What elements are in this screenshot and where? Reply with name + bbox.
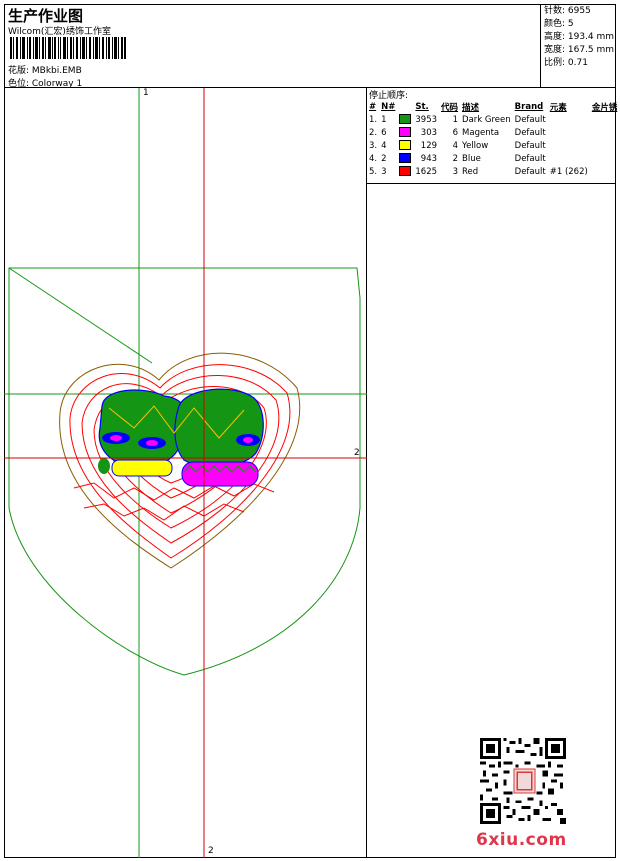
element (548, 139, 590, 152)
color-count: 颜色: 5 (544, 19, 574, 29)
yellow-mouth (111, 459, 173, 477)
row-index: 2. (369, 127, 378, 138)
color-swatch (397, 113, 413, 126)
color-description: Red (462, 166, 479, 177)
stitch-count: 3953 (415, 114, 438, 125)
element (548, 152, 590, 165)
element (548, 126, 590, 139)
col-header: N# (381, 101, 396, 112)
color-description: Blue (462, 153, 481, 164)
embroidery-preview: 1 2 2 (4, 88, 367, 858)
sequin (590, 113, 620, 126)
barcode-image (10, 37, 126, 59)
brand: Default (514, 153, 546, 164)
design-file: 花版: MBkbi.EMB (8, 66, 82, 76)
col-header (397, 100, 413, 113)
watermark-text: 6xiu.com (476, 830, 567, 850)
sequin (590, 152, 620, 165)
guide-diagonal (8, 267, 153, 364)
stitch-count: 针数: 6955 (544, 6, 591, 16)
axis-label-right: 2 (354, 448, 360, 458)
table-row: 1. 1 3953 1 Dark Green Default (367, 113, 619, 126)
design-scale: 比例: 0.71 (544, 58, 588, 68)
col-header: 代码 (441, 102, 459, 113)
sequin (590, 139, 620, 152)
color-code: 3 (452, 166, 459, 177)
green-frog-right (174, 388, 264, 468)
row-index: 1. (369, 114, 378, 125)
stitch-count: 1625 (415, 166, 438, 177)
needle-number: 1 (381, 114, 387, 125)
color-swatch (397, 139, 413, 152)
needle-number: 3 (381, 166, 387, 177)
brand: Default (514, 127, 546, 138)
element (548, 113, 590, 126)
zigzag-fill-2 (83, 503, 245, 521)
axis-label-top: 1 (143, 88, 149, 98)
sequin (590, 165, 620, 178)
design-width: 宽度: 167.5 mm (544, 45, 615, 55)
col-header: 描述 (462, 102, 480, 113)
stop-sequence-table: # N# St. 代码 描述 Brand 元素 金片锈 1. 1 3953 1 … (367, 100, 619, 178)
color-description: Dark Green (462, 114, 511, 125)
embroidery-drawing (4, 88, 367, 858)
qr-code-image (480, 738, 566, 824)
color-code: 1 (452, 114, 459, 125)
color-description: Magenta (462, 127, 500, 138)
table-row: 5. 3 1625 3 Red Default #1 (262) (367, 165, 619, 178)
table-row: 2. 6 303 6 Magenta Default (367, 126, 619, 139)
col-header: 金片锈 (591, 102, 618, 113)
col-header: Brand (514, 101, 544, 112)
color-code: 2 (452, 153, 459, 164)
stats-panel: 针数: 6955 颜色: 5 高度: 193.4 mm 宽度: 167.5 mm… (540, 4, 616, 88)
needle-number: 2 (381, 153, 387, 164)
needle-number: 4 (381, 140, 387, 151)
table-row: 4. 2 943 2 Blue Default (367, 152, 619, 165)
color-swatch (397, 126, 413, 139)
col-header: # (369, 101, 377, 112)
green-frog-left (98, 389, 187, 467)
stitch-count: 943 (420, 153, 438, 164)
table-row: 3. 4 129 4 Yellow Default (367, 139, 619, 152)
magenta-mouth (181, 461, 259, 487)
row-index: 4. (369, 153, 378, 164)
design-height: 高度: 193.4 mm (544, 32, 615, 42)
page-title: 生产作业图 (8, 7, 84, 25)
sequin (590, 126, 620, 139)
stitch-count: 129 (420, 140, 438, 151)
stop-sequence-panel: 停止顺序: # N# St. 代码 描述 Brand 元素 金片锈 1. 1 3… (367, 88, 619, 184)
brand: Default (514, 166, 546, 177)
color-code: 4 (452, 140, 459, 151)
row-index: 3. (369, 140, 378, 151)
row-index: 5. (369, 166, 378, 177)
col-header: St. (415, 101, 429, 112)
company-name: Wilcom(汇宏)绣饰工作室 (8, 27, 111, 37)
brand: Default (514, 140, 546, 151)
element: #1 (262) (549, 166, 588, 177)
needle-number: 6 (381, 127, 387, 138)
stitch-count: 303 (420, 127, 438, 138)
brand: Default (514, 114, 546, 125)
color-swatch (397, 152, 413, 165)
color-swatch (397, 165, 413, 178)
color-description: Yellow (462, 140, 489, 151)
table-header-row: # N# St. 代码 描述 Brand 元素 金片锈 (367, 100, 619, 113)
col-header: 元素 (549, 102, 567, 113)
header: 生产作业图 Wilcom(汇宏)绣饰工作室 花版: MBkbi.EMB 色位: … (4, 4, 616, 89)
axis-label-bottom: 2 (208, 846, 214, 856)
color-code: 6 (452, 127, 459, 138)
heart-satin-outlines (59, 352, 301, 569)
